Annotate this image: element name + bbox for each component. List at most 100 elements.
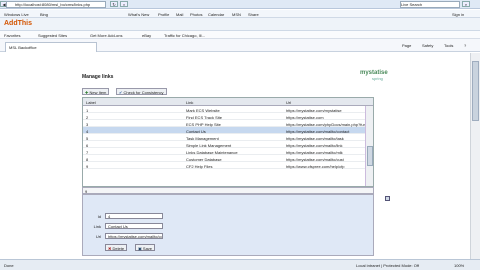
menu-safety[interactable]: Safety [422,43,433,48]
msn-link-windows-live[interactable]: Windows Live [4,12,29,17]
delete-label: Delete [112,246,125,251]
check-consistency-label: Check for Consistency [123,90,164,95]
browser-title-bar: ◀ http://localhost:8080/msl_bo/cms/links… [0,0,480,9]
sign-in-link[interactable]: Sign in [452,12,464,17]
msn-link-photos[interactable]: Photos [190,12,202,17]
cell-id: 5 [86,135,89,141]
cell-url: https://mystatise.com/mystatise [286,107,342,113]
fav-get-more-addons[interactable]: Get More Add-ons [90,33,122,38]
cell-url: https://mystatise.com/mailto/task [286,135,344,141]
search-icon[interactable]: ⌕ [462,1,470,7]
favorites-bar: Favorites Suggested Sites Get More Add-o… [0,31,480,39]
cell-link: Links Database Maintenance [186,149,238,155]
cell-link: CF2 Help Files [186,163,213,169]
id-label: Id [97,214,101,219]
cell-id: 7 [86,149,89,155]
msn-link-share[interactable]: Share [248,12,259,17]
disk-icon[interactable] [385,196,390,201]
page-title: Manage links [82,74,114,80]
id-field[interactable]: 4 [105,213,163,219]
save-button[interactable]: ▣ Save [135,244,156,251]
table-row[interactable]: 3 ECS PHP Help Site https://mystatise.com/… [83,120,373,127]
cell-url: https://mystatise.com/mailto/mlk [286,149,343,155]
url-field[interactable]: https://mystatise.com/mailto/contact [105,233,163,239]
check-consistency-button[interactable]: ✔ Check for Consistency [116,88,167,95]
cell-url: https://mystatise.com [286,114,324,120]
cell-url: https://mystatise.com/mailto/contact [286,128,350,134]
table-row[interactable]: 5 Task Management https://mystatise.com/ma… [83,134,373,141]
fav-traffic[interactable]: Traffic for Chicago, Ill... [164,33,205,38]
cell-link: Find ECS Track Site [186,114,223,120]
new-item-button[interactable]: ✚ New Item [82,88,110,95]
grid-scroll-thumb[interactable] [367,146,373,166]
cell-url: https://mystatise.com/phpDocs/main.php?f… [286,121,368,127]
cell-id: 9 [86,163,89,169]
status-bar: Done Local intranet | Protected Mode: Of… [0,259,480,270]
links-grid: Label Link Url 1 Mark ECS Website https://… [82,97,374,187]
table-row[interactable]: 6 Simple Link Management https://mystatise… [83,141,373,148]
url-label: Url [95,234,101,239]
cell-link: Customer Database [186,156,222,162]
address-bar[interactable]: http://localhost:8080/msl_bo/cms/links.p… [6,1,106,8]
grid-pager[interactable]: 9 [82,187,374,194]
cell-link: Contact Us [186,128,206,134]
add-icon: ✚ [85,90,89,95]
col-header-url[interactable]: Url [286,100,291,105]
cell-id: 4 [86,128,89,134]
cell-url: https://mystatise.com/mailto/link [286,142,343,148]
fav-ebay[interactable]: eBay [142,33,151,38]
msn-link-msn[interactable]: MSN [232,12,241,17]
new-item-label: New Item [89,90,107,95]
logo: mystatise spring [360,70,388,81]
cell-id: 6 [86,142,89,148]
cell-url: https://mystatise.com/mailto/cust [286,156,344,162]
favorites-button[interactable]: Favorites [4,33,20,38]
cell-id: 1 [86,107,89,113]
table-row[interactable]: 7 Links Database Maintenance https://mysta… [83,148,373,155]
status-text: Done [4,263,14,268]
edit-form: Id 4 Link Contact Us Url https://mystati… [82,194,390,256]
tab-active[interactable]: MSL Backoffice [5,42,97,52]
zoom-level[interactable]: 100% [454,263,464,268]
addthis-toolbar: AddThis [0,18,480,31]
table-row[interactable]: 4 Contact Us https://mystatise.com/mailto/… [83,127,373,134]
delete-button[interactable]: ✖ Delete [105,244,128,251]
col-header-label[interactable]: Label [86,100,96,105]
save-label: Save [142,246,153,251]
msn-link-whats-new[interactable]: What's New [128,12,149,17]
page-scrollbar[interactable] [470,53,480,259]
cell-id: 8 [86,156,89,162]
table-row[interactable]: 9 CF2 Help Files https://www.cfspree.com/h… [83,162,373,169]
cell-id: 3 [86,121,89,127]
msn-link-calendar[interactable]: Calendar [208,12,224,17]
table-row[interactable]: 1 Mark ECS Website https://mystatise.com/m… [83,106,373,113]
table-row[interactable]: 8 Customer Database https://mystatise.com/… [83,155,373,162]
msn-link-bing[interactable]: Bing [40,12,48,17]
check-icon: ✔ [119,90,123,95]
col-header-link[interactable]: Link [186,100,193,105]
msn-link-mail[interactable]: Mail [176,12,183,17]
link-field[interactable]: Contact Us [105,223,163,229]
search-input[interactable]: Live Search [400,1,460,8]
grid-scrollbar[interactable] [365,106,373,186]
cell-id: 2 [86,114,89,120]
cell-link: ECS PHP Help Site [186,121,221,127]
fav-suggested-sites[interactable]: Suggested Sites [38,33,67,38]
table-row[interactable]: 2 Find ECS Track Site https://mystatise.co… [83,113,373,120]
stop-icon[interactable]: × [120,1,128,7]
help-icon[interactable]: ? [464,43,466,48]
msn-link-profile[interactable]: Profile [158,12,169,17]
security-zone: Local intranet | Protected Mode: Off [356,263,419,268]
cell-link: Task Management [186,135,219,141]
msn-toolbar: Windows Live Bing What's New Profile Mai… [0,10,480,18]
menu-page[interactable]: Page [402,43,411,48]
menu-tools[interactable]: Tools [444,43,453,48]
save-icon: ▣ [138,246,142,251]
cell-link: Simple Link Management [186,142,232,148]
cell-link: Mark ECS Website [186,107,220,113]
tab-bar: MSL Backoffice Page Safety Tools ? [0,39,480,52]
link-label: Link [93,224,101,229]
refresh-icon[interactable]: ↻ [110,1,118,7]
page-scroll-thumb[interactable] [472,61,479,121]
addthis-logo[interactable]: AddThis [4,20,32,27]
